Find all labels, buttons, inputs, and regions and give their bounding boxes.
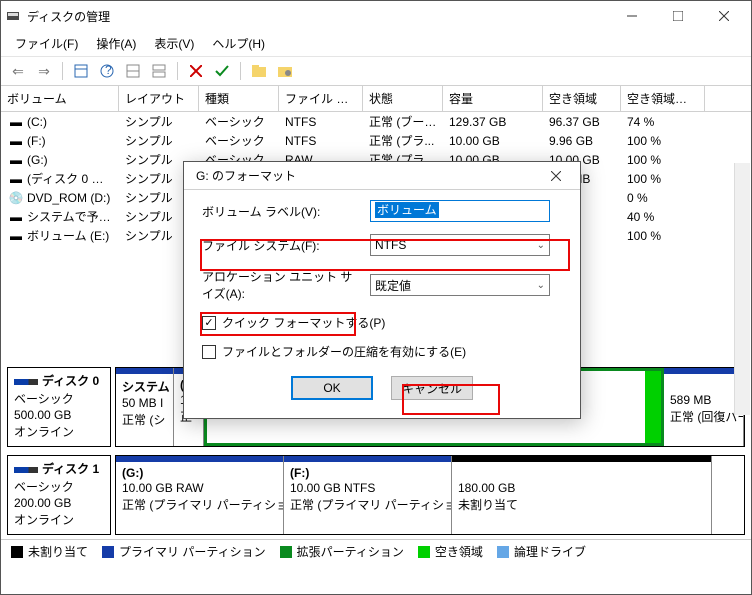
maximize-button[interactable]: [655, 1, 701, 31]
view1-button[interactable]: [70, 60, 92, 82]
legend-free: 空き領域: [418, 546, 483, 557]
view2-button[interactable]: [122, 60, 144, 82]
cancel-button[interactable]: キャンセル: [391, 376, 473, 400]
dialog-body: ボリューム ラベル(V): ボリューム ファイル システム(F): NTFS⌄ …: [184, 190, 580, 370]
disk1-label[interactable]: ディスク 1 ベーシック 200.00 GB オンライン: [7, 455, 111, 535]
disk0-label[interactable]: ディスク 0 ベーシック 500.00 GB オンライン: [7, 367, 111, 447]
app-icon: [5, 8, 21, 24]
toolbar: ⇐ ⇒ ?: [1, 57, 751, 86]
back-button[interactable]: ⇐: [7, 60, 29, 82]
partition[interactable]: (F:)10.00 GB NTFS正常 (プライマリ パーティション): [284, 456, 452, 534]
col-status[interactable]: 状態: [363, 86, 443, 111]
close-button[interactable]: [701, 1, 747, 31]
dialog-titlebar: G: のフォーマット: [184, 162, 580, 190]
legend-extended: 拡張パーティション: [280, 546, 404, 557]
menubar: ファイル(F) 操作(A) 表示(V) ヘルプ(H): [1, 31, 751, 57]
minimize-button[interactable]: [609, 1, 655, 31]
folder-icon[interactable]: [248, 60, 270, 82]
legend-primary: プライマリ パーティション: [102, 546, 266, 557]
col-pct[interactable]: 空き領域の割...: [621, 86, 705, 111]
compress-label: ファイルとフォルダーの圧縮を有効にする(E): [222, 343, 466, 360]
ok-button[interactable]: OK: [291, 376, 373, 400]
menu-file[interactable]: ファイル(F): [9, 33, 84, 54]
allocation-label: アロケーション ユニット サイズ(A):: [202, 268, 362, 302]
quick-format-label: クイック フォーマットする(P): [222, 314, 385, 331]
col-free[interactable]: 空き領域: [543, 86, 621, 111]
col-fs[interactable]: ファイル システム: [279, 86, 363, 111]
col-type[interactable]: 種類: [199, 86, 279, 111]
col-capacity[interactable]: 容量: [443, 86, 543, 111]
checkbox-unchecked-icon: [202, 345, 216, 359]
filesystem-label: ファイル システム(F):: [202, 237, 362, 254]
row-allocation: アロケーション ユニット サイズ(A): 既定値⌄: [202, 268, 562, 302]
svg-text:?: ?: [105, 64, 112, 77]
format-dialog: G: のフォーマット ボリューム ラベル(V): ボリューム ファイル システム…: [183, 161, 581, 419]
help-button[interactable]: ?: [96, 60, 118, 82]
partition[interactable]: 180.00 GB未割り当て: [452, 456, 712, 534]
col-layout[interactable]: レイアウト: [119, 86, 199, 111]
disk1-row: ディスク 1 ベーシック 200.00 GB オンライン (G:)10.00 G…: [1, 451, 751, 539]
scrollbar[interactable]: [734, 163, 750, 415]
chevron-down-icon: ⌄: [537, 280, 545, 291]
volume-label-input[interactable]: ボリューム: [370, 200, 550, 222]
row-filesystem: ファイル システム(F): NTFS⌄: [202, 234, 562, 256]
dialog-close-button[interactable]: [536, 161, 576, 191]
dialog-buttons: OK キャンセル: [184, 370, 580, 412]
folder-settings-icon[interactable]: [274, 60, 296, 82]
checkbox-checked-icon: ✓: [202, 316, 216, 330]
window-title: ディスクの管理: [27, 8, 609, 25]
allocation-combo[interactable]: 既定値⌄: [370, 274, 550, 296]
legend-logical: 論理ドライブ: [497, 546, 586, 557]
disk1-parts: (G:)10.00 GB RAW正常 (プライマリ パーティション)(F:)10…: [115, 455, 745, 535]
window-controls: [609, 1, 747, 31]
row-volume-label: ボリューム ラベル(V): ボリューム: [202, 200, 562, 222]
titlebar: ディスクの管理: [1, 1, 751, 31]
volume-label-text: ボリューム ラベル(V):: [202, 203, 362, 220]
part-system[interactable]: システム50 MB I正常 (シ: [116, 368, 174, 446]
col-volume[interactable]: ボリューム: [1, 86, 119, 111]
forward-button[interactable]: ⇒: [33, 60, 55, 82]
menu-view[interactable]: 表示(V): [148, 33, 200, 54]
menu-action[interactable]: 操作(A): [90, 33, 142, 54]
legend-unallocated: 未割り当て: [11, 546, 88, 557]
quick-format-check[interactable]: ✓ クイック フォーマットする(P): [202, 314, 562, 331]
table-row[interactable]: ▬(F:)シンプルベーシックNTFS正常 (プラ...10.00 GB9.96 …: [1, 131, 751, 150]
chevron-down-icon: ⌄: [537, 240, 545, 251]
part-recovery[interactable]: 589 MB正常 (回復パー: [664, 368, 744, 446]
column-headers: ボリューム レイアウト 種類 ファイル システム 状態 容量 空き領域 空き領域…: [1, 86, 751, 112]
view3-button[interactable]: [148, 60, 170, 82]
check-icon[interactable]: [211, 60, 233, 82]
partition[interactable]: (G:)10.00 GB RAW正常 (プライマリ パーティション): [116, 456, 284, 534]
menu-help[interactable]: ヘルプ(H): [206, 33, 271, 54]
legend: 未割り当て プライマリ パーティション 拡張パーティション 空き領域 論理ドライ…: [1, 539, 751, 563]
compress-check[interactable]: ファイルとフォルダーの圧縮を有効にする(E): [202, 343, 562, 360]
dialog-title: G: のフォーマット: [188, 167, 536, 184]
delete-icon[interactable]: [185, 60, 207, 82]
filesystem-combo[interactable]: NTFS⌄: [370, 234, 550, 256]
table-row[interactable]: ▬(C:)シンプルベーシックNTFS正常 (ブート...129.37 GB96.…: [1, 112, 751, 131]
